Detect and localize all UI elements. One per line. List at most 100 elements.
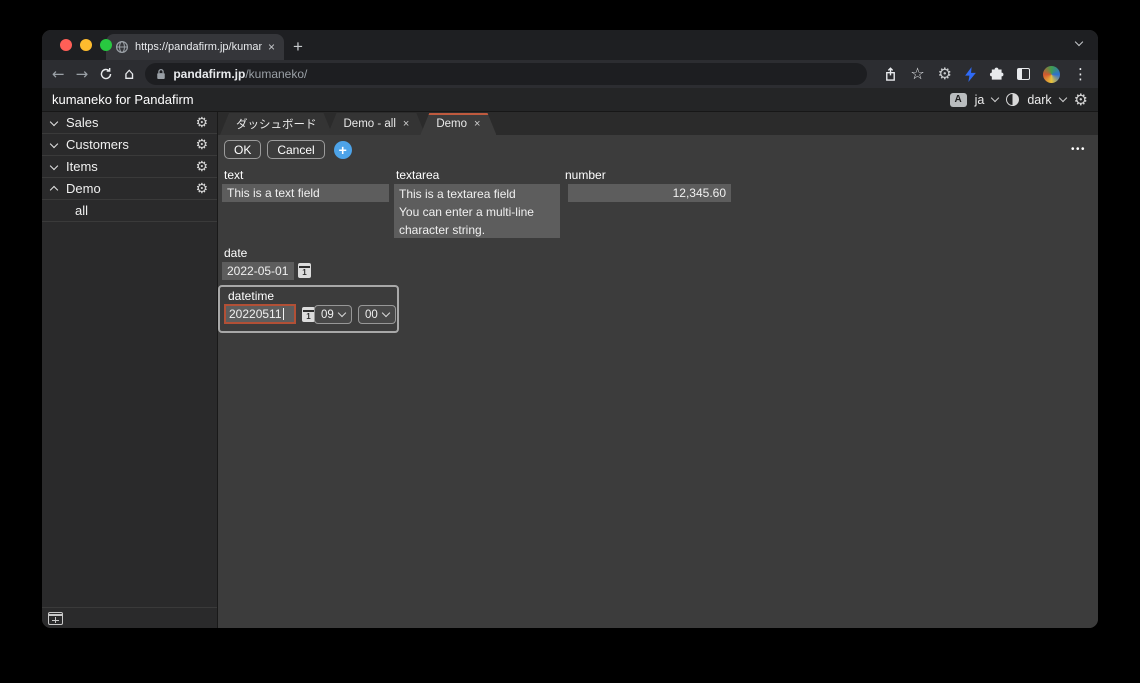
- close-window-button[interactable]: [60, 39, 72, 51]
- datetime-field-label: datetime: [228, 289, 274, 303]
- gear-icon[interactable]: ⚙: [195, 160, 208, 174]
- more-menu-icon[interactable]: •••: [1071, 144, 1086, 155]
- sidebar-item-label: Sales: [66, 115, 99, 130]
- sidebar: Sales ⚙ Customers ⚙ Items ⚙ Demo ⚙ all: [42, 112, 218, 628]
- back-button[interactable]: ←: [52, 67, 65, 82]
- language-select[interactable]: ja: [975, 93, 985, 107]
- datetime-value: 20220511: [229, 307, 282, 321]
- chevron-down-icon: [382, 309, 390, 317]
- app-title: kumaneko for Pandafirm: [52, 92, 194, 107]
- sidebar-item-demo[interactable]: Demo ⚙: [42, 178, 217, 200]
- tab-close-icon[interactable]: ×: [403, 118, 409, 130]
- app-header: kumaneko for Pandafirm A ja dark ⚙: [42, 88, 1098, 112]
- record-toolbar: OK Cancel + •••: [218, 135, 1098, 161]
- add-record-button[interactable]: +: [334, 141, 352, 159]
- chevron-down-icon: [338, 309, 346, 317]
- browser-toolbar: ← → ⌂ pandafirm.jp/kumaneko/ ☆ ⚙: [42, 60, 1098, 88]
- extensions-puzzle-icon[interactable]: [989, 67, 1004, 82]
- sidebar-footer: [42, 607, 217, 628]
- content-area: ダッシュボード Demo - all × Demo × OK Cancel + …: [218, 112, 1098, 628]
- url-path: /kumaneko/: [245, 67, 307, 81]
- side-panel-icon[interactable]: [1017, 68, 1030, 80]
- lock-icon: [156, 68, 166, 80]
- number-field-label: number: [565, 168, 606, 182]
- tab-close-icon[interactable]: ×: [268, 41, 275, 53]
- new-tab-button[interactable]: +: [284, 34, 312, 60]
- hour-select[interactable]: 09: [314, 305, 352, 324]
- browser-tabstrip: https://pandafirm.jp/kumaneko × +: [42, 30, 1098, 60]
- sidebar-subitem-label: all: [75, 203, 88, 218]
- textarea-field-label: textarea: [396, 168, 439, 182]
- ok-button[interactable]: OK: [224, 140, 261, 159]
- text-cursor: [283, 308, 284, 320]
- sidebar-subitem-all[interactable]: all: [42, 200, 217, 222]
- address-bar[interactable]: pandafirm.jp/kumaneko/: [145, 63, 867, 85]
- forward-button[interactable]: →: [76, 67, 89, 82]
- textarea-field-input[interactable]: This is a textarea field You can enter a…: [394, 184, 560, 238]
- sidebar-item-label: Items: [66, 159, 98, 174]
- sidebar-item-label: Demo: [66, 181, 101, 196]
- globe-favicon-icon: [115, 40, 129, 54]
- theme-contrast-icon: [1006, 93, 1019, 106]
- chevron-up-icon: [50, 185, 58, 193]
- browser-window: https://pandafirm.jp/kumaneko × + ← → ⌂ …: [42, 30, 1098, 628]
- reload-button[interactable]: [99, 67, 113, 81]
- settings-gear-icon[interactable]: ⚙: [1074, 92, 1088, 108]
- sidebar-item-label: Customers: [66, 137, 129, 152]
- sidebar-item-customers[interactable]: Customers ⚙: [42, 134, 217, 156]
- gear-icon[interactable]: ⚙: [195, 116, 208, 130]
- gear-icon[interactable]: ⚙: [195, 138, 208, 152]
- chevron-down-icon[interactable]: [1058, 94, 1066, 102]
- gear-icon[interactable]: ⚙: [195, 182, 208, 196]
- sidebar-item-items[interactable]: Items ⚙: [42, 156, 217, 178]
- tab-label: Demo: [436, 118, 467, 130]
- chevron-down-icon: [50, 139, 58, 147]
- sidebar-spacer: [42, 222, 217, 607]
- tab-label: Demo - all: [344, 118, 396, 130]
- calendar-icon[interactable]: [298, 263, 311, 278]
- main-area: Sales ⚙ Customers ⚙ Items ⚙ Demo ⚙ all: [42, 112, 1098, 628]
- home-button[interactable]: ⌂: [124, 66, 134, 82]
- sidebar-item-sales[interactable]: Sales ⚙: [42, 112, 217, 134]
- browser-menu-icon[interactable]: ⋮: [1073, 67, 1088, 82]
- tab-label: ダッシュボード: [236, 116, 317, 132]
- tab-search-button[interactable]: [1076, 32, 1082, 50]
- number-field-input[interactable]: [568, 184, 731, 202]
- url-domain: pandafirm.jp: [173, 67, 245, 81]
- bookmark-star-icon[interactable]: ☆: [910, 66, 924, 82]
- chevron-down-icon: [50, 161, 58, 169]
- date-field-label: date: [224, 246, 247, 260]
- content-tabstrip: ダッシュボード Demo - all × Demo ×: [218, 112, 1098, 135]
- hour-value: 09: [321, 309, 334, 321]
- chevron-down-icon[interactable]: [991, 94, 999, 102]
- toolbar-icons: ☆ ⚙ ⋮: [884, 66, 1088, 83]
- browser-tab[interactable]: https://pandafirm.jp/kumaneko ×: [106, 34, 284, 60]
- add-app-icon[interactable]: [48, 612, 63, 625]
- chevron-down-icon: [50, 117, 58, 125]
- tab-demo-all[interactable]: Demo - all ×: [328, 113, 426, 135]
- minute-value: 00: [365, 309, 378, 321]
- record-form: text textarea This is a textarea field Y…: [218, 161, 1098, 628]
- lightning-extension-icon[interactable]: [965, 67, 976, 82]
- extension-gear-icon[interactable]: ⚙: [938, 66, 952, 82]
- chevron-down-icon: [1075, 38, 1083, 46]
- minimize-window-button[interactable]: [80, 39, 92, 51]
- text-field-label: text: [224, 168, 243, 182]
- app-header-controls: A ja dark ⚙: [950, 92, 1088, 108]
- tab-demo[interactable]: Demo ×: [420, 113, 496, 135]
- profile-avatar[interactable]: [1043, 66, 1060, 83]
- traffic-lights: [60, 39, 112, 51]
- cancel-button[interactable]: Cancel: [267, 140, 324, 159]
- text-field-input[interactable]: [222, 184, 389, 202]
- language-icon: A: [950, 93, 967, 107]
- theme-select[interactable]: dark: [1027, 93, 1051, 107]
- datetime-field-group: datetime 20220511 09 00: [218, 285, 399, 333]
- share-icon[interactable]: [884, 67, 897, 82]
- tab-close-icon[interactable]: ×: [474, 118, 480, 130]
- zoom-window-button[interactable]: [100, 39, 112, 51]
- date-field-input[interactable]: [222, 262, 294, 280]
- minute-select[interactable]: 00: [358, 305, 396, 324]
- tab-dashboard[interactable]: ダッシュボード: [220, 113, 333, 135]
- browser-tab-title: https://pandafirm.jp/kumaneko: [135, 41, 262, 53]
- datetime-field-input[interactable]: 20220511: [224, 304, 296, 324]
